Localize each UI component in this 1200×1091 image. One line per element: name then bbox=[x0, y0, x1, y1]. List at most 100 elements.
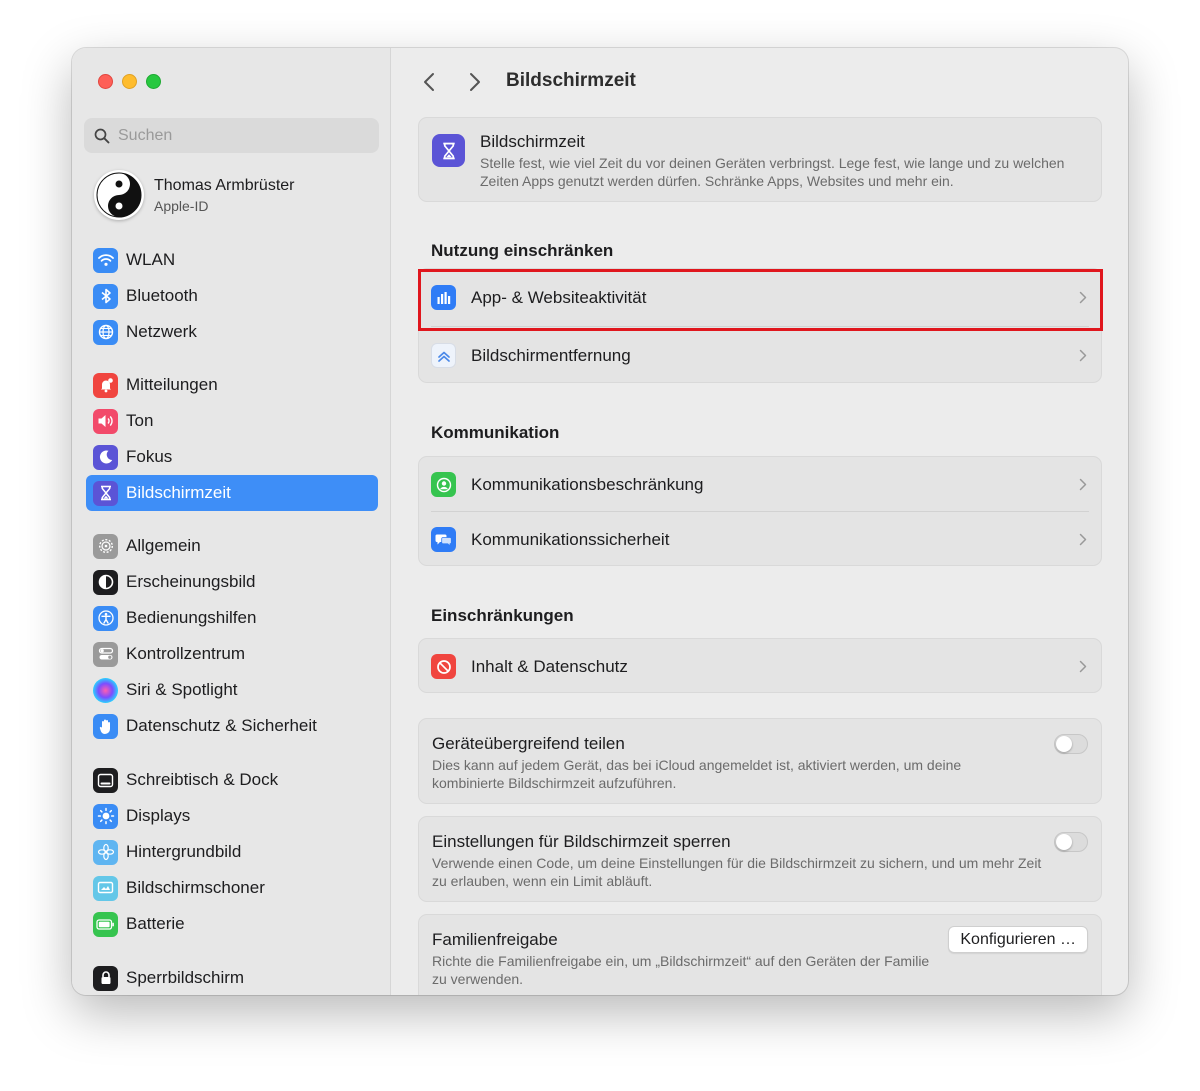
sidebar-item-label: Sperrbildschirm bbox=[126, 968, 245, 987]
screensaver-icon bbox=[93, 875, 118, 901]
sidebar-item-label: Schreibtisch & Dock bbox=[126, 770, 279, 789]
lock-icon bbox=[93, 965, 118, 991]
sidebar-item-label: Displays bbox=[126, 806, 191, 825]
section-title-nutzung: Nutzung einschränken bbox=[431, 241, 614, 260]
chevron-right-icon bbox=[1079, 349, 1087, 362]
chevron-right-icon bbox=[1079, 478, 1087, 491]
sidebar-item-label: Allgemein bbox=[126, 536, 201, 555]
chevron-left-icon bbox=[424, 73, 434, 91]
gear-icon bbox=[93, 533, 118, 559]
header-title: Bildschirmzeit bbox=[480, 132, 585, 151]
sidebar-item-label: Ton bbox=[126, 411, 154, 430]
search-input[interactable] bbox=[118, 126, 358, 145]
row-app-website-activity[interactable]: App- & Websiteaktivität bbox=[419, 269, 1101, 326]
message-bubble-icon bbox=[431, 527, 456, 552]
family-description: Richte die Familienfreigabe ein, um „Bil… bbox=[432, 953, 930, 987]
search-field[interactable] bbox=[84, 118, 379, 153]
sun-icon bbox=[93, 803, 118, 829]
sidebar-item-bluetooth[interactable]: Bluetooth bbox=[86, 278, 378, 314]
row-label: Inhalt & Datenschutz bbox=[471, 656, 628, 676]
sidebar-item-label: Hintergrundbild bbox=[126, 842, 242, 861]
share-description: Dies kann auf jedem Gerät, das bei iClou… bbox=[432, 757, 962, 791]
zoom-button[interactable] bbox=[146, 74, 161, 89]
header-description: Stelle fest, wie viel Zeit du vor deinen… bbox=[480, 155, 1065, 189]
sidebar: Thomas Armbrüster Apple-ID WLAN Bluetoot… bbox=[72, 48, 391, 995]
yin-yang-icon bbox=[96, 172, 142, 218]
screen-time-header-card: Bildschirmzeit Stelle fest, wie viel Zei… bbox=[418, 117, 1102, 202]
moon-icon bbox=[93, 444, 118, 470]
lock-description: Verwende einen Code, um deine Einstellun… bbox=[432, 855, 1042, 889]
screen-distance-icon bbox=[431, 343, 456, 368]
family-sharing-card: Familienfreigabe Richte die Familienfrei… bbox=[418, 914, 1102, 995]
sidebar-item-label: Datenschutz & Sicherheit bbox=[126, 716, 317, 735]
accessibility-icon bbox=[93, 605, 118, 631]
sidebar-item-kontrollzentrum[interactable]: Kontrollzentrum bbox=[86, 636, 378, 672]
configure-button[interactable]: Konfigurieren … bbox=[948, 926, 1088, 953]
row-communication-limits[interactable]: Kommunikationsbeschränkung bbox=[419, 457, 1101, 512]
row-communication-safety[interactable]: Kommunikationssicherheit bbox=[419, 512, 1101, 567]
forward-button[interactable] bbox=[464, 70, 486, 94]
row-screen-distance[interactable]: Bildschirmentfernung bbox=[419, 327, 1101, 384]
sidebar-item-bildschirmschoner[interactable]: Bildschirmschoner bbox=[86, 870, 378, 906]
family-title: Familienfreigabe bbox=[432, 930, 558, 949]
sidebar-item-label: Bluetooth bbox=[126, 286, 198, 305]
share-title: Geräteübergreifend teilen bbox=[432, 734, 625, 753]
sidebar-item-label: Fokus bbox=[126, 447, 173, 466]
sidebar-item-label: Erscheinungsbild bbox=[126, 572, 256, 591]
sidebar-item-label: Bildschirmschoner bbox=[126, 878, 265, 897]
chevron-right-icon bbox=[1079, 533, 1087, 546]
wifi-icon bbox=[93, 247, 118, 273]
sidebar-item-allgemein[interactable]: Allgemein bbox=[86, 528, 378, 564]
sidebar-item-fokus[interactable]: Fokus bbox=[86, 439, 378, 475]
hourglass-icon bbox=[93, 480, 118, 506]
bar-chart-icon bbox=[431, 285, 456, 310]
section-title-einschraenkungen: Einschränkungen bbox=[431, 606, 574, 625]
sidebar-item-label: WLAN bbox=[126, 250, 176, 269]
row-content-privacy[interactable]: Inhalt & Datenschutz bbox=[419, 639, 1101, 694]
row-label: Kommunikationsbeschränkung bbox=[471, 474, 704, 494]
sidebar-item-label: Kontrollzentrum bbox=[126, 644, 246, 663]
communication-card: Kommunikationsbeschränkung Kommunikation… bbox=[418, 456, 1102, 566]
settings-window: Thomas Armbrüster Apple-ID WLAN Bluetoot… bbox=[72, 48, 1128, 995]
main-content: Bildschirmzeit Bildschirmzeit Stelle fes… bbox=[392, 48, 1128, 995]
sidebar-item-erscheinungsbild[interactable]: Erscheinungsbild bbox=[86, 564, 378, 600]
sidebar-item-sperrbildschirm[interactable]: Sperrbildschirm bbox=[86, 960, 378, 995]
sidebar-item-label: Siri & Spotlight bbox=[126, 680, 238, 699]
sidebar-item-label: Bildschirmzeit bbox=[126, 483, 231, 502]
back-button[interactable] bbox=[418, 70, 440, 94]
siri-icon bbox=[93, 677, 118, 703]
flower-icon bbox=[93, 839, 118, 865]
sidebar-item-ton[interactable]: Ton bbox=[86, 403, 378, 439]
sidebar-item-displays[interactable]: Displays bbox=[86, 798, 378, 834]
avatar bbox=[94, 170, 144, 220]
chevron-right-icon bbox=[1079, 660, 1087, 673]
sidebar-item-mitteilungen[interactable]: Mitteilungen bbox=[86, 367, 378, 403]
sidebar-item-bedienungshilfen[interactable]: Bedienungshilfen bbox=[86, 600, 378, 636]
close-button[interactable] bbox=[98, 74, 113, 89]
lock-settings-card: Einstellungen für Bildschirmzeit sperren… bbox=[418, 816, 1102, 902]
sidebar-item-siri-spotlight[interactable]: Siri & Spotlight bbox=[86, 672, 378, 708]
restrictions-card: Inhalt & Datenschutz bbox=[418, 638, 1102, 693]
lock-title: Einstellungen für Bildschirmzeit sperren bbox=[432, 832, 731, 851]
appearance-icon bbox=[93, 569, 118, 595]
sidebar-item-bildschirmzeit[interactable]: Bildschirmzeit bbox=[86, 475, 378, 511]
search-icon bbox=[94, 128, 110, 143]
sidebar-item-schreibtisch-dock[interactable]: Schreibtisch & Dock bbox=[86, 762, 378, 798]
minimize-button[interactable] bbox=[122, 74, 137, 89]
sidebar-item-datenschutz[interactable]: Datenschutz & Sicherheit bbox=[86, 708, 378, 744]
apple-id-profile[interactable]: Thomas Armbrüster Apple-ID bbox=[94, 170, 294, 220]
sidebar-item-hintergrundbild[interactable]: Hintergrundbild bbox=[86, 834, 378, 870]
prohibited-icon bbox=[431, 654, 456, 679]
share-toggle[interactable] bbox=[1054, 734, 1088, 754]
sidebar-item-batterie[interactable]: Batterie bbox=[86, 906, 378, 942]
chevron-right-icon bbox=[470, 73, 480, 91]
bell-icon bbox=[93, 372, 118, 398]
sidebar-item-wlan[interactable]: WLAN bbox=[86, 242, 378, 278]
toggles-icon bbox=[93, 641, 118, 667]
sidebar-item-label: Netzwerk bbox=[126, 322, 197, 341]
speaker-icon bbox=[93, 408, 118, 434]
page-title: Bildschirmzeit bbox=[506, 70, 636, 91]
sidebar-item-netzwerk[interactable]: Netzwerk bbox=[86, 314, 378, 350]
bluetooth-icon bbox=[93, 283, 118, 309]
lock-toggle[interactable] bbox=[1054, 832, 1088, 852]
